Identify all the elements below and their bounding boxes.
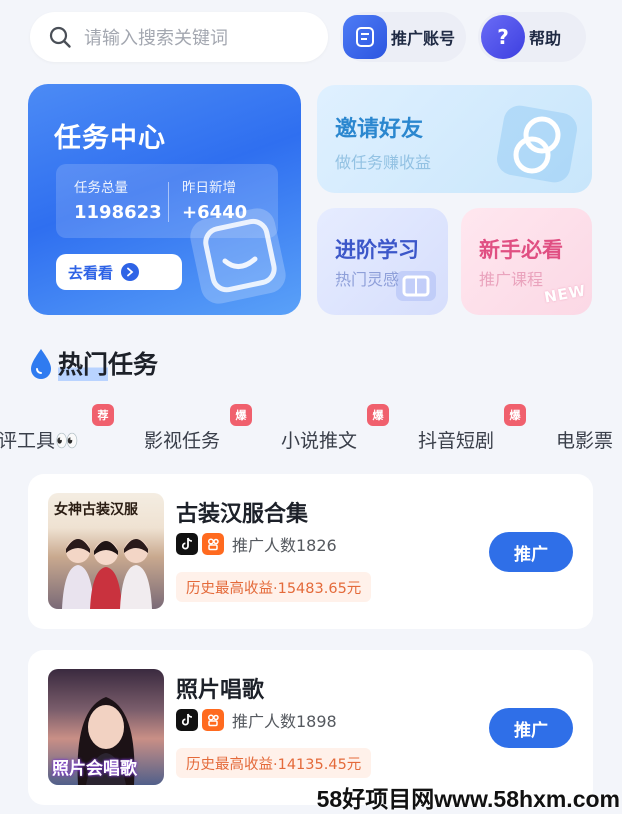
rings-icon bbox=[497, 105, 577, 183]
invite-friends-card[interactable]: 邀请好友 做任务赚收益 bbox=[317, 85, 592, 193]
tab-film-tasks[interactable]: 影视任务 bbox=[144, 426, 220, 453]
promo-account-button[interactable]: 推广账号 bbox=[340, 12, 466, 62]
advanced-study-card[interactable]: 进阶学习 热门灵感 bbox=[317, 208, 448, 315]
max-earnings-tag: 历史最高收益·14135.45元 bbox=[176, 748, 372, 778]
tab-badge: 爆 bbox=[230, 404, 252, 426]
tab-novel-posts[interactable]: 小说推文 bbox=[281, 426, 357, 453]
total-tasks-stat: 任务总量 1198623 bbox=[74, 176, 162, 223]
thumbnail-caption: 女神古装汉服 bbox=[54, 502, 138, 518]
help-icon: ? bbox=[481, 15, 525, 59]
study-title: 进阶学习 bbox=[335, 238, 419, 262]
task-center-card[interactable]: 任务中心 任务总量 1198623 昨日新增 +6440 去看看 bbox=[28, 84, 301, 315]
tab-douyin-drama[interactable]: 抖音短剧 bbox=[418, 426, 494, 453]
total-tasks-value: 1198623 bbox=[74, 202, 162, 223]
invite-title: 邀请好友 bbox=[335, 117, 424, 142]
go-see-button[interactable]: 去看看 bbox=[56, 254, 182, 290]
book-icon bbox=[396, 271, 436, 301]
category-tabs: 评工具👀 荐 影视任务 爆 小说推文 爆 抖音短剧 爆 电影票 bbox=[0, 404, 622, 454]
hot-tasks-heading: 热门 任务 bbox=[28, 345, 158, 381]
droplet-icon bbox=[31, 349, 51, 379]
newbie-title: 新手必看 bbox=[479, 238, 563, 262]
promo-account-label: 推广账号 bbox=[391, 29, 456, 48]
kuaishou-icon bbox=[202, 709, 224, 731]
study-subtitle: 热门灵感 bbox=[335, 270, 400, 289]
hot-tasks-title-rest: 任务 bbox=[108, 350, 159, 379]
task-center-title: 任务中心 bbox=[54, 123, 166, 154]
new-tasks-stat: 昨日新增 +6440 bbox=[182, 176, 247, 223]
svg-text:?: ? bbox=[497, 25, 509, 49]
tab-review-tools[interactable]: 评工具👀 bbox=[0, 426, 79, 453]
kuaishou-icon bbox=[202, 533, 224, 555]
invite-subtitle: 做任务赚收益 bbox=[335, 153, 432, 172]
tab-movie-tickets[interactable]: 电影票 bbox=[556, 426, 613, 453]
help-button[interactable]: ? 帮助 bbox=[478, 12, 586, 62]
stats-divider bbox=[168, 182, 169, 222]
task-meta: 推广人数1826 bbox=[176, 532, 337, 556]
newbie-subtitle: 推广课程 bbox=[479, 270, 544, 289]
task-thumbnail: 照片会唱歌 bbox=[48, 669, 164, 785]
max-earnings-tag: 历史最高收益·15483.65元 bbox=[176, 572, 372, 602]
hot-tasks-title-highlight: 热门 bbox=[58, 345, 109, 381]
new-tag: NEW bbox=[542, 281, 588, 307]
promote-button[interactable]: 推广 bbox=[489, 532, 573, 572]
total-tasks-label: 任务总量 bbox=[74, 180, 128, 196]
task-item[interactable]: 女神古装汉服 古装汉服合集 推广人数1826 历史最高收益·15483.65元 … bbox=[28, 474, 593, 629]
tab-badge: 爆 bbox=[367, 404, 389, 426]
douyin-icon bbox=[176, 533, 198, 555]
help-label: 帮助 bbox=[529, 29, 562, 48]
chevron-right-icon bbox=[121, 263, 140, 281]
promoter-count: 推广人数1898 bbox=[232, 712, 337, 731]
task-meta: 推广人数1898 bbox=[176, 708, 337, 732]
account-icon bbox=[343, 15, 387, 59]
task-stats-panel: 任务总量 1198623 昨日新增 +6440 bbox=[56, 164, 278, 238]
promoter-count: 推广人数1826 bbox=[232, 536, 337, 555]
newbie-guide-card[interactable]: 新手必看 推广课程 NEW bbox=[461, 208, 592, 315]
task-name: 照片唱歌 bbox=[176, 678, 265, 703]
task-name: 古装汉服合集 bbox=[176, 502, 309, 527]
new-tasks-value: +6440 bbox=[182, 202, 248, 223]
search-placeholder: 请输入搜索关键词 bbox=[84, 28, 228, 49]
search-input[interactable]: 请输入搜索关键词 bbox=[30, 12, 328, 62]
task-thumbnail: 女神古装汉服 bbox=[48, 493, 164, 609]
promote-button[interactable]: 推广 bbox=[489, 708, 573, 748]
new-tasks-label: 昨日新增 bbox=[182, 180, 236, 196]
tab-badge: 爆 bbox=[504, 404, 526, 426]
thumbnail-caption: 照片会唱歌 bbox=[52, 759, 137, 779]
site-watermark: 58好项目网www.58hxm.com bbox=[316, 786, 620, 812]
go-see-label: 去看看 bbox=[68, 263, 114, 282]
douyin-icon bbox=[176, 709, 198, 731]
tab-badge: 荐 bbox=[92, 404, 114, 426]
search-icon bbox=[49, 26, 71, 48]
